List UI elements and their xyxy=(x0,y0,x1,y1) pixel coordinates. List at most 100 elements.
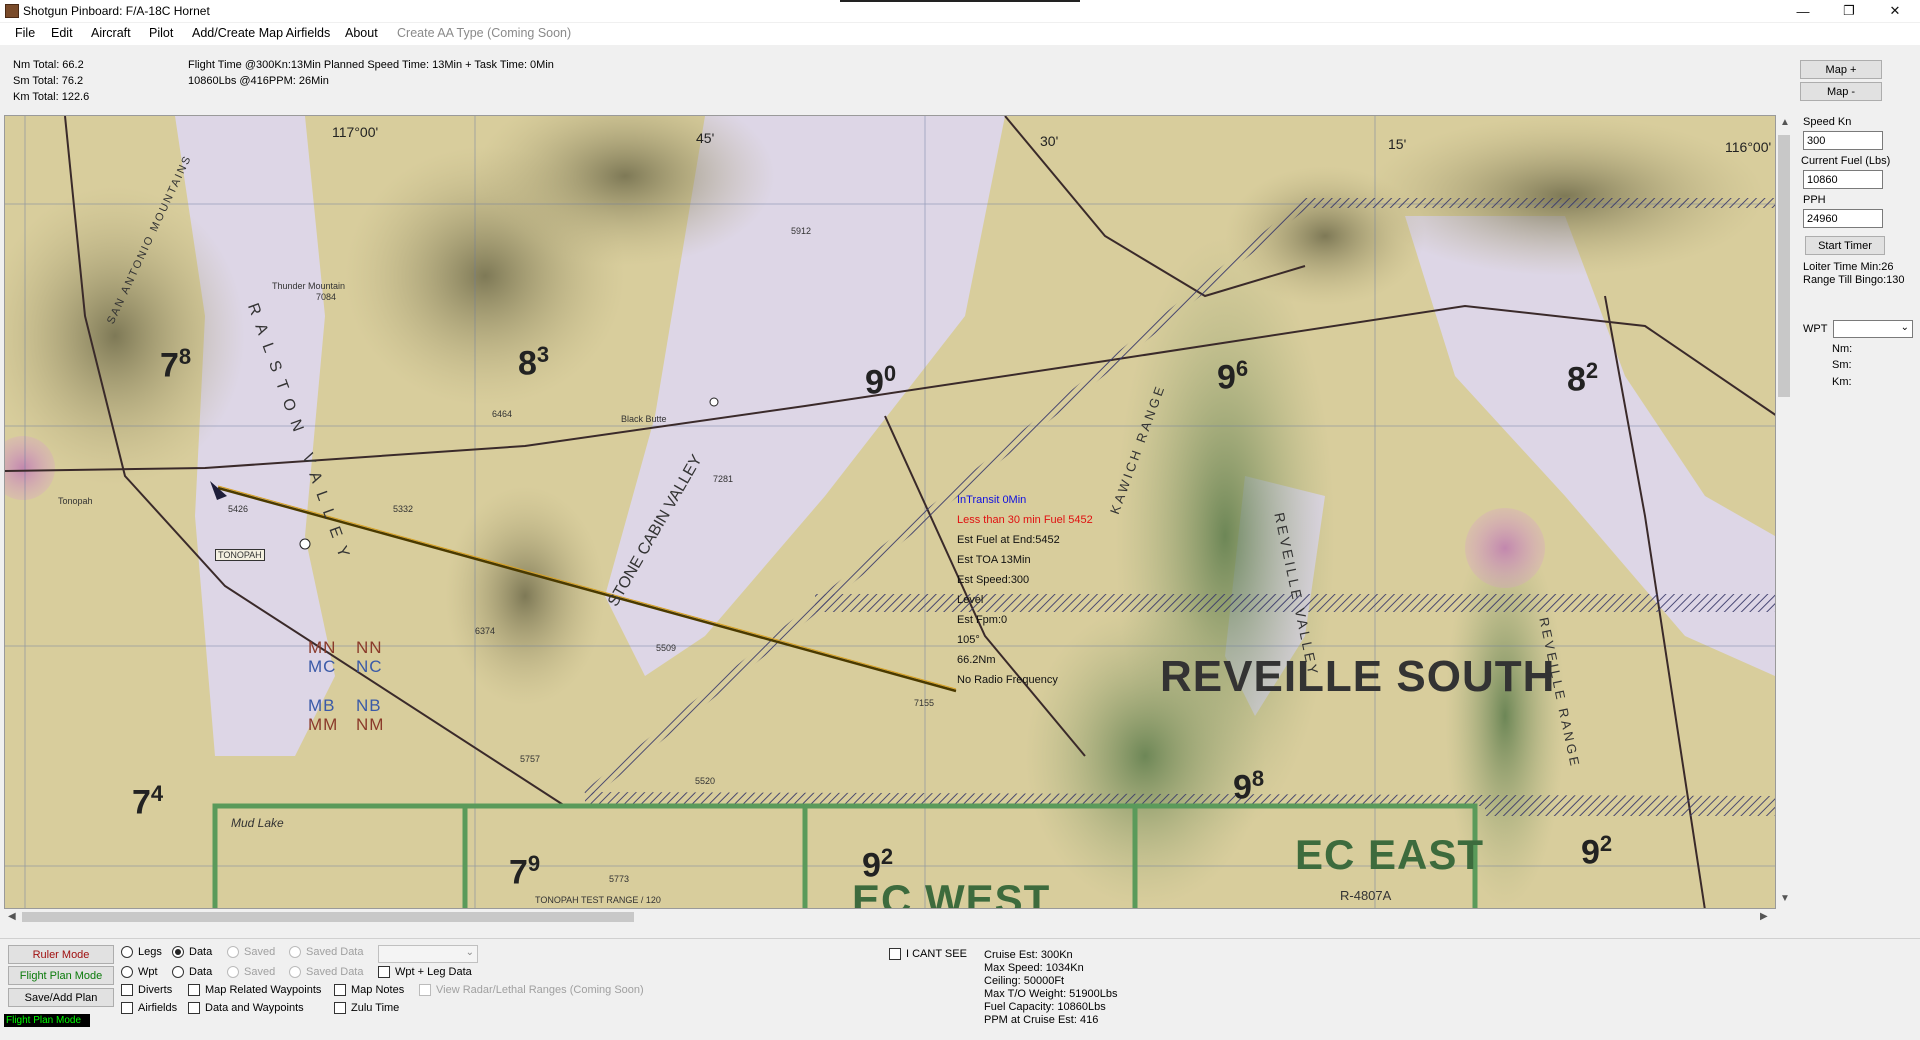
airfields-checkbox[interactable]: Airfields xyxy=(121,1002,177,1014)
elevation-label: 6464 xyxy=(492,409,513,419)
window-title: Shotgun Pinboard: F/A-18C Hornet xyxy=(23,4,210,18)
speed-input[interactable] xyxy=(1803,131,1883,150)
coord-label: 45' xyxy=(696,130,715,146)
grid-number: 96 xyxy=(1217,356,1249,397)
menu-create-aa: Create AA Type (Coming Soon) xyxy=(397,26,572,40)
menu-pilot[interactable]: Pilot xyxy=(149,26,173,40)
grid-zone-label: MN xyxy=(308,638,337,657)
wpt-radio[interactable]: Wpt xyxy=(121,966,158,978)
elevation-label: 5773 xyxy=(609,874,630,884)
grid-number: 78 xyxy=(160,344,192,385)
legs-radio[interactable]: Legs xyxy=(121,946,162,958)
max-takeoff-weight: Max T/O Weight: 51900Lbs xyxy=(984,988,1118,1000)
i-cant-see-checkbox[interactable]: I CANT SEE xyxy=(889,948,967,960)
data-radio-2[interactable]: Data xyxy=(172,966,212,978)
vertical-scroll-thumb[interactable] xyxy=(1778,135,1790,397)
app-icon xyxy=(5,4,19,18)
data-radio-1[interactable]: Data xyxy=(172,946,212,958)
black-butte-label: Black Butte xyxy=(621,414,667,424)
saved-data-radio-2: Saved Data xyxy=(289,966,363,978)
elevation-label: 5520 xyxy=(695,776,716,786)
menu-about[interactable]: About xyxy=(345,26,378,40)
distance-text: 66.2Nm xyxy=(957,654,996,666)
fuel-time: 10860Lbs @416PPM: 26Min xyxy=(188,75,329,87)
save-add-plan-button[interactable]: Save/Add Plan xyxy=(8,988,114,1007)
scroll-right-icon[interactable]: ▶ xyxy=(1760,911,1768,922)
wpt-km-label: Km: xyxy=(1832,376,1852,388)
map-horizontal-scrollbar[interactable]: ◀ ▶ xyxy=(4,909,1776,925)
map-related-waypoints-checkbox[interactable]: Map Related Waypoints xyxy=(188,984,321,996)
scroll-up-icon[interactable]: ▲ xyxy=(1780,117,1790,128)
menu-file[interactable]: File xyxy=(15,26,35,40)
title-bar: Shotgun Pinboard: F/A-18C Hornet — ❐ ✕ xyxy=(0,0,1920,22)
wpt-leg-data-checkbox[interactable]: Wpt + Leg Data xyxy=(378,966,472,978)
level-text: Level xyxy=(957,594,984,606)
wpt-nm-label: Nm: xyxy=(1832,343,1853,355)
grid-number: 79 xyxy=(509,851,541,892)
wpt-select[interactable]: ⌄ xyxy=(1833,320,1913,338)
map-notes-checkbox[interactable]: Map Notes xyxy=(334,984,404,996)
grid-zone-label: MC xyxy=(308,657,337,676)
ceiling: Ceiling: 50000Ft xyxy=(984,975,1065,987)
est-toa-text: Est TOA 13Min xyxy=(957,554,1031,566)
scroll-down-icon[interactable]: ▼ xyxy=(1780,893,1790,904)
minimize-button[interactable]: — xyxy=(1780,0,1826,22)
ruler-mode-button[interactable]: Ruler Mode xyxy=(8,945,114,964)
elevation-label: 5509 xyxy=(656,643,677,653)
area-reveille-south: REVEILLE SOUTH xyxy=(1160,652,1556,701)
horizontal-scroll-thumb[interactable] xyxy=(22,912,634,922)
speed-label: Speed Kn xyxy=(1803,116,1852,128)
grid-zone-label: NN xyxy=(356,638,383,657)
elevation-label: 6374 xyxy=(475,626,496,636)
elevation-label: 5757 xyxy=(520,754,541,764)
grid-zone-label: NM xyxy=(356,715,385,734)
coord-label: 30' xyxy=(1040,133,1059,149)
saved-plan-select[interactable]: ⌄ xyxy=(378,945,478,963)
start-timer-button[interactable]: Start Timer xyxy=(1805,236,1885,255)
saved-radio-1: Saved xyxy=(227,946,275,958)
maximize-button[interactable]: ❐ xyxy=(1826,0,1872,22)
scroll-left-icon[interactable]: ◀ xyxy=(8,911,16,922)
mode-status-indicator: Flight Plan Mode xyxy=(4,1014,90,1027)
est-fuel-text: Est Fuel at End:5452 xyxy=(957,534,1060,546)
fuel-input[interactable] xyxy=(1803,170,1883,189)
minimize-icon: — xyxy=(1796,3,1810,19)
map-viewport[interactable]: 78 83 90 96 82 74 79 92 98 92 REVEILLE S… xyxy=(4,115,1776,909)
menu-aircraft[interactable]: Aircraft xyxy=(91,26,131,40)
nm-total: Nm Total: 66.2 xyxy=(13,59,84,71)
grid-number: 82 xyxy=(1567,358,1599,399)
cruise-est: Cruise Est: 300Kn xyxy=(984,949,1073,961)
grid-zone-label: NC xyxy=(356,657,383,676)
flight-plan-mode-button[interactable]: Flight Plan Mode xyxy=(8,966,114,985)
data-and-waypoints-checkbox[interactable]: Data and Waypoints xyxy=(188,1002,304,1014)
fuel-capacity: Fuel Capacity: 10860Lbs xyxy=(984,1001,1106,1013)
menu-edit[interactable]: Edit xyxy=(51,26,73,40)
range-till-bingo: Range Till Bingo:130 xyxy=(1803,274,1905,286)
restore-icon: ❐ xyxy=(1843,3,1855,18)
coord-label: 116°00' xyxy=(1725,139,1772,155)
close-button[interactable]: ✕ xyxy=(1872,0,1918,22)
tonopah-town-label: Tonopah xyxy=(58,496,93,506)
heading-text: 105° xyxy=(957,634,980,646)
test-range-label: TONOPAH TEST RANGE / 120 xyxy=(535,895,661,905)
grid-number: 92 xyxy=(1581,831,1613,872)
menu-airfields[interactable]: Add/Create Map Airfields xyxy=(192,26,330,40)
ppm-at-cruise: PPM at Cruise Est: 416 xyxy=(984,1014,1099,1026)
title-accent xyxy=(840,0,1080,2)
map-zoom-out-button[interactable]: Map - xyxy=(1800,82,1882,101)
elevation-label: 7281 xyxy=(713,474,734,484)
in-transit-text: InTransit 0Min xyxy=(957,494,1027,506)
area-ec-east: EC EAST xyxy=(1295,831,1485,878)
map-zoom-in-button[interactable]: Map + xyxy=(1800,60,1882,79)
km-total: Km Total: 122.6 xyxy=(13,91,90,103)
max-speed: Max Speed: 1034Kn xyxy=(984,962,1084,974)
saved-data-radio-1: Saved Data xyxy=(289,946,363,958)
grid-zone-label: NB xyxy=(356,696,382,715)
zulu-time-checkbox[interactable]: Zulu Time xyxy=(334,1002,399,1014)
wpt-sm-label: Sm: xyxy=(1832,359,1852,371)
pph-label: PPH xyxy=(1803,194,1826,206)
map-vertical-scrollbar[interactable]: ▲ ▼ xyxy=(1776,115,1792,909)
diverts-checkbox[interactable]: Diverts xyxy=(121,984,172,996)
pph-input[interactable] xyxy=(1803,209,1883,228)
elevation-label: 7155 xyxy=(914,698,935,708)
